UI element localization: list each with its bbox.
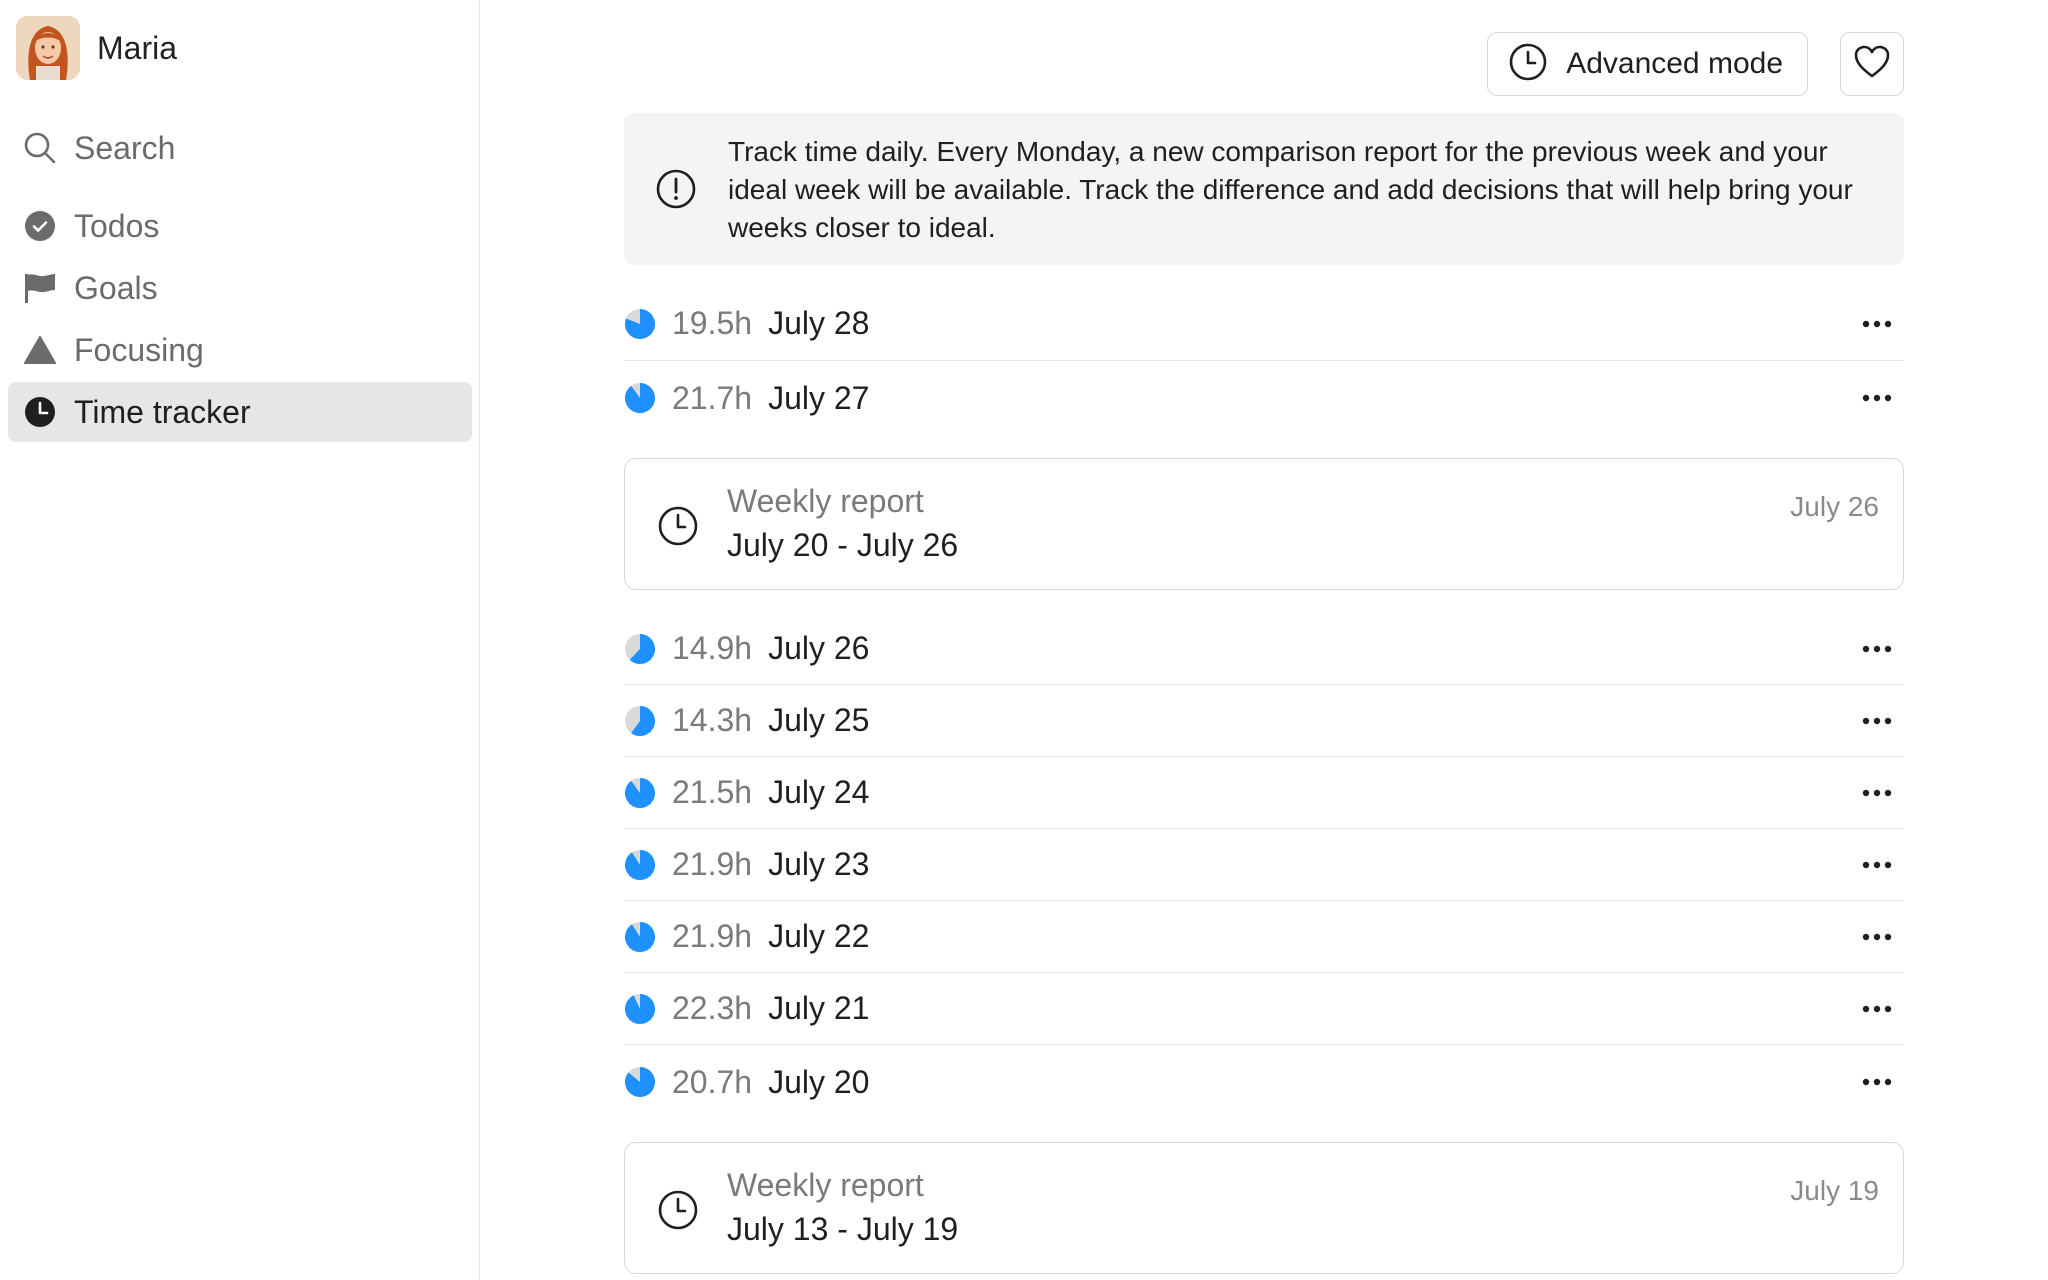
avatar[interactable] [16,16,80,80]
progress-pie-icon [625,993,656,1024]
day-row[interactable]: 22.3h July 21 [624,973,1904,1045]
clock-outline-icon [657,1189,699,1236]
favorite-button[interactable] [1840,32,1904,96]
sidebar-item-label: Search [74,129,176,166]
info-text: Track time daily. Every Monday, a new co… [728,136,1853,243]
day-hours: 14.9h [672,630,753,666]
more-options-icon[interactable] [1862,784,1892,802]
info-banner: Track time daily. Every Monday, a new co… [624,113,1904,265]
day-hours: 21.9h [672,846,753,882]
progress-pie-icon [625,705,655,736]
flag-icon [22,270,58,306]
progress-pie-icon [624,383,655,413]
check-circle-icon [22,208,58,244]
advanced-mode-label: Advanced mode [1566,47,1783,80]
weekly-report-card[interactable]: Weekly report July 13 - July 19 July 19 [624,1142,1904,1274]
sidebar-item-goals[interactable]: Goals [8,258,472,318]
clock-outline-icon [1508,42,1548,87]
day-hours: 20.7h [672,1063,753,1100]
report-range: July 13 - July 19 [727,1211,959,1247]
advanced-mode-button[interactable]: Advanced mode [1487,32,1808,96]
day-hours: 22.3h [672,990,753,1026]
sidebar-item-label: Goals [74,269,158,306]
toolbar: Advanced mode [1487,32,1904,96]
day-date: July 21 [768,990,870,1026]
more-options-icon[interactable] [1862,928,1892,946]
day-hours: 21.7h [672,379,753,416]
triangle-icon [22,332,58,368]
day-date: July 26 [768,630,870,666]
report-title: Weekly report [727,483,924,519]
sidebar-item-label: Time tracker [74,393,251,430]
profile-name: Maria [97,29,178,66]
progress-pie-icon [624,308,655,339]
info-icon [654,167,698,216]
search-icon [22,130,58,166]
clock-icon [22,394,58,430]
day-date: July 23 [768,846,870,882]
more-options-icon[interactable] [1862,315,1892,333]
day-row[interactable]: 21.5h July 24 [624,757,1904,829]
sidebar-item-label: Focusing [74,331,204,368]
sidebar-item-focusing[interactable]: Focusing [8,320,472,380]
day-row[interactable]: 20.7h July 20 [624,1045,1904,1119]
clock-outline-icon [657,505,699,552]
day-row[interactable]: 21.7h July 27 [624,361,1904,435]
report-date: July 26 [1790,491,1879,522]
day-hours: 21.9h [672,918,753,954]
day-date: July 20 [768,1063,870,1100]
more-options-icon[interactable] [1862,1000,1892,1018]
profile[interactable]: Maria [16,16,177,80]
day-row[interactable]: 14.9h July 26 [624,613,1904,685]
day-date: July 27 [768,379,870,416]
progress-pie-icon [624,777,655,808]
day-row[interactable]: 21.9h July 23 [624,829,1904,901]
day-date: July 24 [768,774,870,810]
progress-pie-icon [625,849,656,880]
sidebar-item-label: Todos [74,207,160,244]
report-range: July 20 - July 26 [727,527,959,563]
more-options-icon[interactable] [1862,856,1892,874]
weekly-report-card[interactable]: Weekly report July 20 - July 26 July 26 [624,458,1904,590]
progress-pie-icon [625,921,656,952]
main-content: Advanced mode Track time daily. Every Mo… [624,0,1904,1280]
day-date: July 25 [768,702,870,738]
sidebar-item-todos[interactable]: Todos [8,196,472,256]
sidebar-nav: Search Todos Goals Focusing Time tracker [8,118,472,444]
progress-pie-icon [625,633,656,664]
more-options-icon[interactable] [1862,712,1892,730]
report-title: Weekly report [727,1167,924,1203]
more-options-icon[interactable] [1862,640,1892,658]
day-date: July 28 [768,305,870,341]
day-row[interactable]: 21.9h July 22 [624,901,1904,973]
day-hours: 14.3h [672,702,753,738]
day-hours: 21.5h [672,774,753,810]
progress-pie-icon [624,1067,655,1097]
sidebar-item-search[interactable]: Search [8,118,472,178]
day-hours: 19.5h [672,305,753,341]
more-options-icon[interactable] [1862,1073,1892,1091]
heart-icon [1852,42,1892,87]
more-options-icon[interactable] [1862,389,1892,407]
day-row[interactable]: 14.3h July 25 [624,685,1904,757]
day-date: July 22 [768,918,870,954]
sidebar-item-time-tracker[interactable]: Time tracker [8,382,472,442]
day-row[interactable]: 19.5h July 28 [624,287,1904,361]
sidebar: Maria Search Todos Goals Focusing Time t… [0,0,480,1280]
report-date: July 19 [1790,1175,1879,1206]
